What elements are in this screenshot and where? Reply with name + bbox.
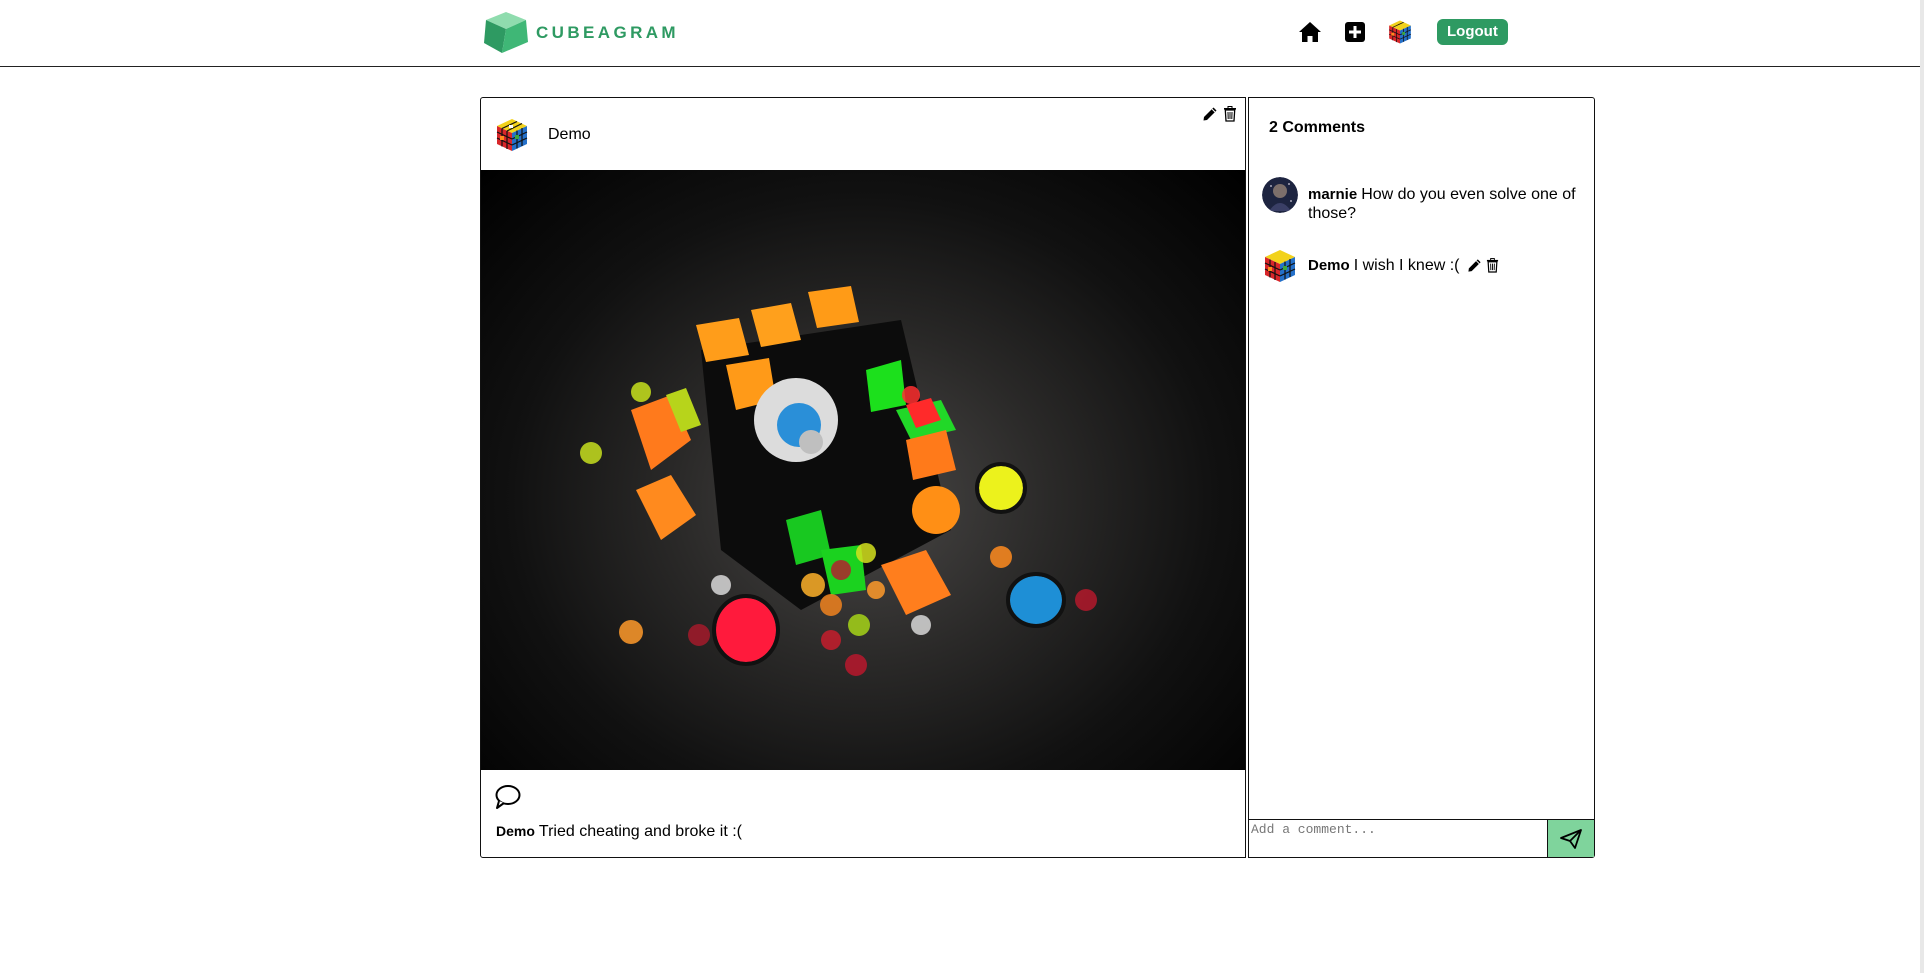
comment-body: Demo I wish I knew :( xyxy=(1308,256,1578,275)
brand-logo-link[interactable]: CUBEAGRAM xyxy=(482,10,679,55)
comment-form xyxy=(1249,819,1594,857)
post-header: Demo xyxy=(481,98,1245,170)
cube-logo-icon xyxy=(484,12,528,53)
post-caption: Demo Tried cheating and broke it :( xyxy=(496,823,742,841)
post-actions xyxy=(1200,104,1240,124)
create-post-button[interactable] xyxy=(1341,18,1369,46)
comment-item: marnie How do you even solve one of those… xyxy=(1262,177,1582,223)
comment-author[interactable]: Demo xyxy=(1308,257,1350,274)
comment-text: I wish I knew :( xyxy=(1353,257,1460,274)
brand-name: CUBEAGRAM xyxy=(536,22,679,42)
logout-button[interactable]: Logout xyxy=(1437,19,1508,45)
speech-bubble-icon xyxy=(495,785,521,809)
comment-actions xyxy=(1466,257,1502,275)
post-author-avatar[interactable] xyxy=(494,117,530,153)
comment-author[interactable]: marnie xyxy=(1308,186,1357,203)
nav-actions: Logout xyxy=(1296,18,1508,46)
comment-button[interactable] xyxy=(494,784,522,810)
post-footer: Demo Tried cheating and broke it :( xyxy=(481,770,1245,858)
commenter-avatar[interactable] xyxy=(1262,248,1298,284)
comment-input[interactable] xyxy=(1249,820,1547,855)
post-card: Demo Demo Tried cheating and broke it:( xyxy=(480,97,1246,858)
trash-icon xyxy=(1487,258,1499,273)
top-nav: CUBEAGRAM Logout xyxy=(0,0,1920,67)
send-icon xyxy=(1560,828,1582,849)
send-comment-button[interactable] xyxy=(1547,820,1594,857)
comments-count: 2 Comments xyxy=(1269,119,1366,136)
comment-item: Demo I wish I knew :( xyxy=(1262,248,1582,284)
pencil-icon xyxy=(1203,107,1217,121)
delete-comment-button[interactable] xyxy=(1484,257,1502,275)
scrollbar-track[interactable] xyxy=(1920,0,1924,973)
trash-icon xyxy=(1224,106,1236,122)
caption-author[interactable]: Demo xyxy=(496,823,535,839)
comments-panel: 2 Comments marnie How do you even solve o… xyxy=(1248,97,1595,858)
pencil-icon xyxy=(1468,259,1482,272)
post-image[interactable] xyxy=(481,170,1245,770)
broken-cube-photo xyxy=(580,286,1097,676)
home-icon xyxy=(1299,22,1321,42)
delete-post-button[interactable] xyxy=(1220,104,1240,124)
home-button[interactable] xyxy=(1296,18,1324,46)
commenter-avatar[interactable] xyxy=(1262,177,1298,213)
caption-text: Tried cheating and broke it :( xyxy=(538,823,742,840)
post-username[interactable]: Demo xyxy=(548,126,591,144)
edit-post-button[interactable] xyxy=(1200,104,1220,124)
profile-button[interactable] xyxy=(1386,18,1414,46)
plus-square-icon xyxy=(1345,22,1365,42)
comment-body: marnie How do you even solve one of those… xyxy=(1308,185,1578,223)
edit-comment-button[interactable] xyxy=(1466,257,1484,275)
rubiks-cube-avatar-icon xyxy=(1389,20,1411,44)
